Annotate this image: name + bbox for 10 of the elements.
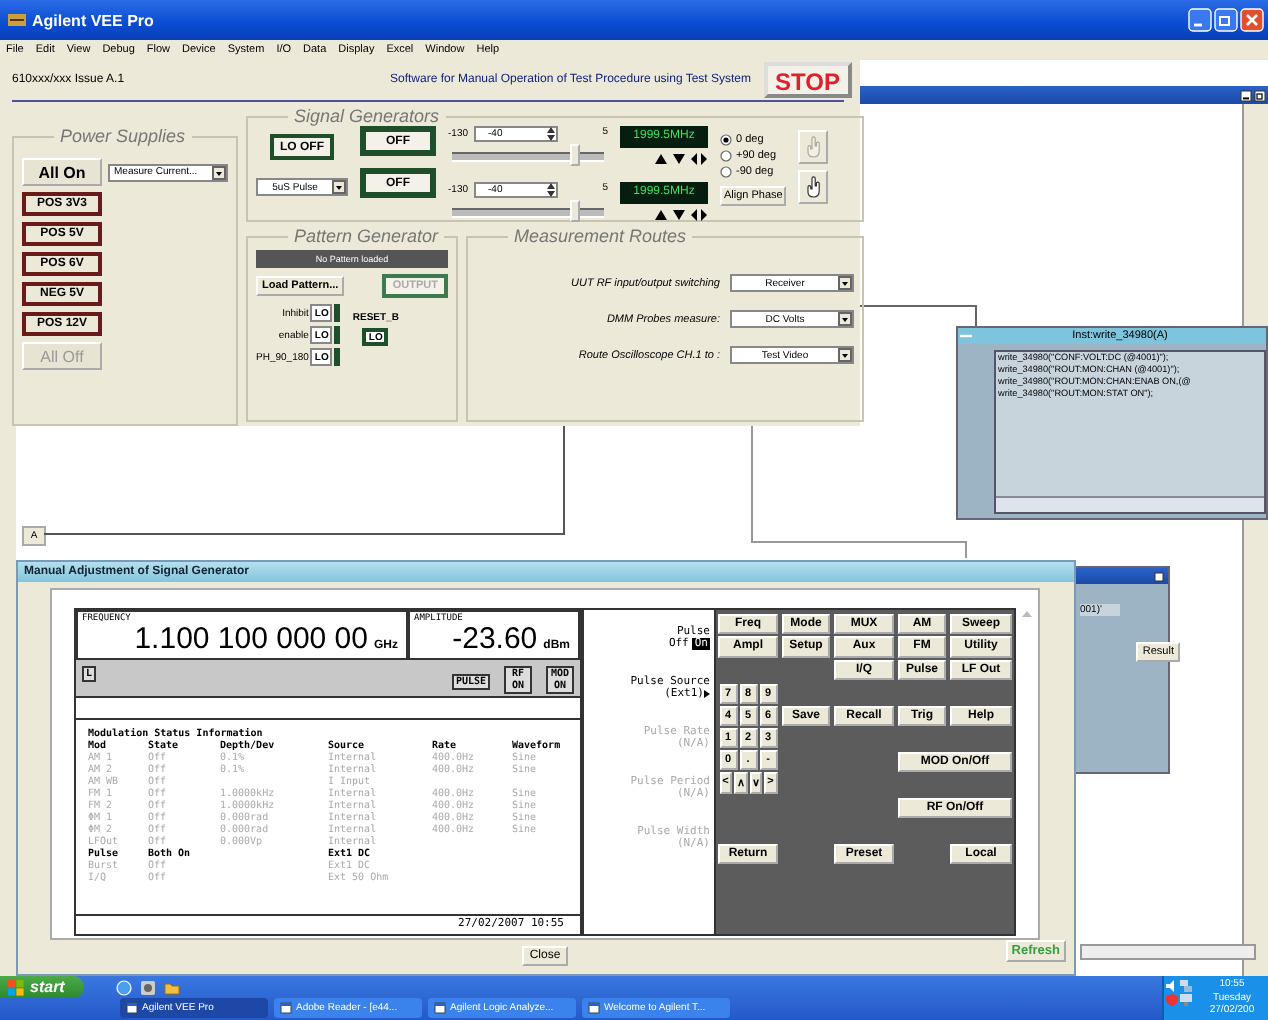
amplitude-value: -23.60 [452,624,538,654]
start-button[interactable]: start [0,976,85,998]
stop-button[interactable]: STOP [763,62,852,98]
group-title: Power Supplies [58,126,188,146]
group-title: Signal Generators [292,106,442,126]
group-title: Measurement Routes [512,226,689,246]
group-title: Pattern Generator [292,226,441,246]
frequency-value: 1.100 100 000 00 [134,624,368,654]
window-title: Agilent VEE Pro [32,11,156,29]
all-on-button[interactable]: All On [22,158,102,186]
